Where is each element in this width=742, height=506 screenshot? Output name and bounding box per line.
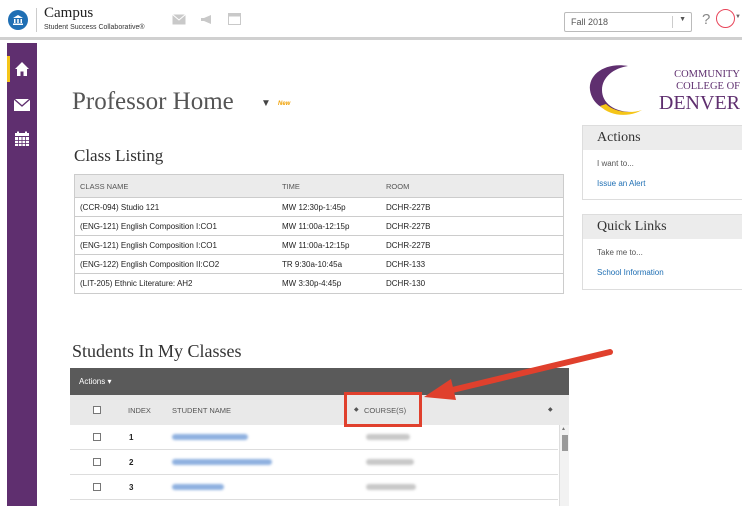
annotation-arrow [424, 349, 613, 400]
